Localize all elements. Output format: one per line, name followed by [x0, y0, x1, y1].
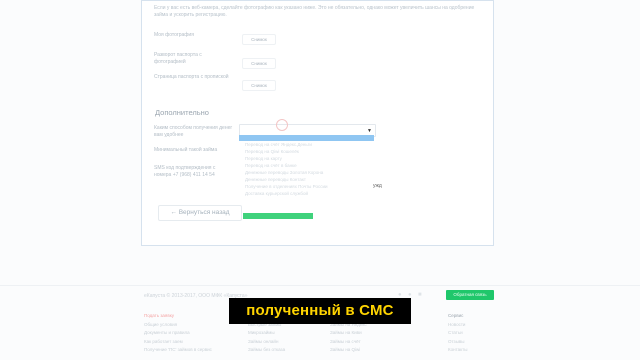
receive-method-dropdown[interactable]: Перевод на счёт Яндекс.Деньги Перевод на…	[239, 135, 374, 197]
video-caption: полученный в СМС	[229, 298, 411, 324]
chevron-down-icon: ▼	[367, 128, 372, 134]
facebook-icon[interactable]: ■	[418, 292, 422, 298]
dropdown-option[interactable]: Денежные переводы Золотая Корона	[239, 169, 374, 176]
loading-spinner-icon	[276, 119, 288, 131]
footer-link[interactable]: Новости	[448, 321, 467, 330]
dropdown-option[interactable]: Перевод на карту	[239, 155, 374, 162]
feedback-button[interactable]: Обратная связь	[446, 290, 494, 300]
footer-link[interactable]: Контакты	[448, 346, 467, 355]
min-term-label: Минимальный такой займа	[154, 147, 218, 153]
passport-spread-label: Разворот паспорта с фотографией	[154, 52, 202, 65]
side-text: ужд	[373, 183, 382, 189]
footer-link[interactable]: Отзывы	[448, 338, 467, 347]
passport-spread-snapshot-button[interactable]: Снимок	[242, 58, 276, 69]
submit-button[interactable]	[243, 213, 313, 219]
passport-registration-snapshot-button[interactable]: Снимок	[242, 80, 276, 91]
photo-snapshot-button[interactable]: Снимок	[242, 34, 276, 45]
footer-column-4: Сервис Новости Статьи Отзывы Контакты	[448, 312, 467, 355]
footer-link[interactable]: Микрозаймы	[248, 329, 285, 338]
footer-divider	[0, 285, 640, 286]
footer-link[interactable]: Как работает заем	[144, 338, 212, 347]
intro-text: Если у вас есть веб-камера, сделайте фот…	[154, 5, 475, 18]
footer-link[interactable]: Займы на счёт	[330, 338, 367, 347]
footer-link[interactable]: Статьи	[448, 329, 467, 338]
back-button[interactable]: ← Вернуться назад	[158, 205, 242, 221]
dropdown-option[interactable]: Получение в отделениях Почты России	[239, 183, 374, 190]
dropdown-option[interactable]: Денежные переводы Контакт	[239, 176, 374, 183]
footer-column-heading: Сервис	[448, 313, 464, 318]
dropdown-option[interactable]: Перевод на Qiwi Кошелёк	[239, 148, 374, 155]
footer-link[interactable]: Займы без отказа	[248, 346, 285, 355]
receive-method-label: Каким способом получения денег вам удобн…	[154, 125, 233, 138]
footer-link[interactable]: Документы и правила	[144, 329, 212, 338]
footer-column-1: Подать заявку Общие условия Документы и …	[144, 312, 212, 355]
dropdown-option[interactable]: Перевод на счёт Яндекс.Деньги	[239, 141, 374, 148]
sms-code-label: SMS код подтверждения с номера +7 (968) …	[154, 165, 216, 178]
footer-link[interactable]: Займы онлайн	[248, 338, 285, 347]
dropdown-option[interactable]: Доставка курьерской службой	[239, 190, 374, 197]
footer-link[interactable]: Общие условия	[144, 321, 212, 330]
photo-row-label: Моя фотография	[154, 32, 194, 38]
passport-registration-label: Страница паспорта с пропиской	[154, 74, 229, 80]
dropdown-option[interactable]: Перевод на счёт в банке	[239, 162, 374, 169]
registration-form-card: Если у вас есть веб-камера, сделайте фот…	[141, 0, 494, 246]
footer-link-apply[interactable]: Подать заявку	[144, 312, 212, 321]
footer-link[interactable]: Получение 'ПС' займов в сервис	[144, 346, 212, 355]
footer-link[interactable]: Займы на Qiwi	[330, 346, 367, 355]
section-title-additional: Дополнительно	[155, 108, 209, 117]
footer-link[interactable]: Займы на Киви	[330, 329, 367, 338]
